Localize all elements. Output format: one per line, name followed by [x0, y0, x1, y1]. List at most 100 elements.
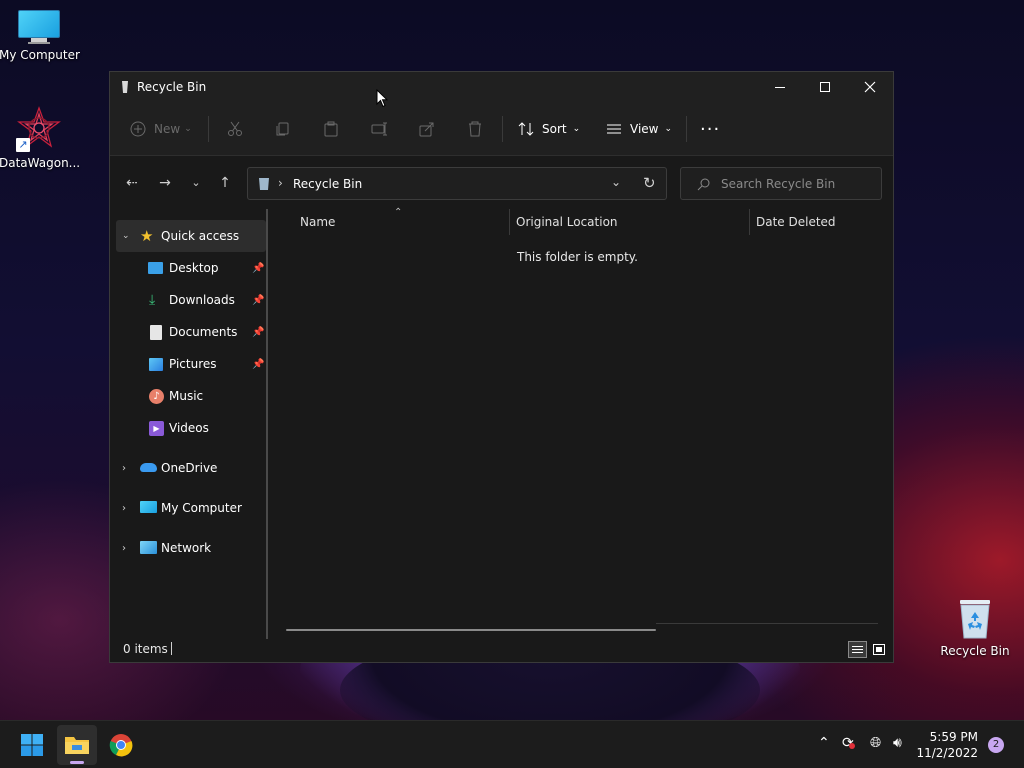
- share-button[interactable]: [419, 116, 435, 142]
- trash-icon: [469, 121, 481, 137]
- status-bar: 0 items: [110, 636, 893, 662]
- monitor-icon: [18, 10, 60, 44]
- sidebar-item-pictures[interactable]: Pictures 📌: [116, 348, 266, 380]
- copy-button[interactable]: [275, 116, 291, 142]
- details-view-button[interactable]: [848, 641, 867, 658]
- command-bar: New ⌄ Sort ⌄ View ⌄ ···: [110, 102, 893, 156]
- search-input[interactable]: Search Recycle Bin: [680, 167, 882, 200]
- forward-button[interactable]: →: [153, 174, 177, 192]
- pin-icon[interactable]: 📌: [252, 295, 264, 306]
- sidebar-item-videos[interactable]: ▶ Videos: [116, 412, 266, 444]
- address-path[interactable]: Recycle Bin: [293, 177, 362, 191]
- toolbar-separator: [502, 116, 503, 142]
- horizontal-scrollbar[interactable]: [286, 629, 656, 631]
- music-note-icon: ♪: [149, 389, 164, 404]
- address-bar[interactable]: › Recycle Bin ⌄ ↻: [247, 167, 667, 200]
- scroll-track: [656, 623, 878, 624]
- sidebar-item-label: My Computer: [161, 501, 242, 515]
- desktop-icon-my-computer[interactable]: My Computer: [0, 10, 80, 62]
- sidebar-item-network[interactable]: › Network: [116, 532, 266, 564]
- sidebar-item-onedrive[interactable]: › OneDrive: [116, 452, 266, 484]
- datawagon-logo-icon: ↗: [16, 106, 62, 152]
- column-header-original-location[interactable]: Original Location: [516, 215, 618, 229]
- chevron-right-icon: ›: [122, 502, 126, 514]
- clipboard-icon: [324, 121, 338, 137]
- taskbar-file-explorer[interactable]: [57, 725, 97, 765]
- sort-button[interactable]: Sort ⌄: [518, 116, 580, 142]
- minimize-button[interactable]: [757, 72, 803, 102]
- column-header-date-deleted[interactable]: Date Deleted: [756, 215, 836, 229]
- up-arrow-icon: ↑: [219, 175, 231, 191]
- sidebar-item-label: Downloads: [169, 293, 235, 307]
- explorer-window: Recycle Bin New ⌄ Sort ⌄ View ⌄ ··· ⇠ → …: [109, 71, 894, 663]
- sidebar-item-quick-access[interactable]: ⌄ ★ Quick access: [116, 220, 266, 252]
- network-icon: [140, 541, 157, 554]
- details-view-icon: [852, 649, 863, 650]
- copy-icon: [276, 122, 289, 136]
- chevron-down-icon: ⌄: [664, 124, 673, 134]
- new-button[interactable]: New ⌄: [130, 116, 192, 142]
- rename-icon: [371, 122, 387, 136]
- clock-time: 5:59 PM: [929, 730, 978, 744]
- up-button[interactable]: ↑: [213, 174, 237, 192]
- recent-locations-button[interactable]: ⌄: [184, 174, 208, 192]
- sidebar-item-downloads[interactable]: ⤓ Downloads 📌: [116, 284, 266, 316]
- pin-icon[interactable]: 📌: [252, 263, 264, 274]
- pictures-icon: [149, 358, 163, 371]
- maximize-button[interactable]: [802, 72, 848, 102]
- show-hidden-icons-chevron-icon[interactable]: ⌃: [818, 735, 830, 751]
- volume-icon[interactable]: 🔊︎: [893, 735, 902, 751]
- sidebar-item-my-computer[interactable]: › My Computer: [116, 492, 266, 524]
- view-label: View: [630, 122, 659, 136]
- start-button[interactable]: [12, 725, 52, 765]
- taskbar-chrome[interactable]: [101, 725, 141, 765]
- search-icon: [697, 178, 710, 191]
- star-icon: ★: [140, 227, 154, 245]
- breadcrumb-chevron-icon: ›: [278, 176, 283, 190]
- taskbar: ⌃ ⟳ 🌐︎ 🔊︎ 5:59 PM 11/2/2022 2: [0, 720, 1024, 768]
- sync-status-icon[interactable]: ⟳: [842, 735, 855, 751]
- clock[interactable]: 5:59 PM 11/2/2022: [916, 729, 978, 761]
- back-button[interactable]: ⇠: [120, 174, 144, 192]
- sidebar-item-documents[interactable]: Documents 📌: [116, 316, 266, 348]
- pin-icon[interactable]: 📌: [252, 359, 264, 370]
- plus-circle-icon: [130, 121, 146, 137]
- desktop-icon-recycle-bin[interactable]: Recycle Bin: [935, 598, 1015, 658]
- back-arrow-icon: ⇠: [126, 175, 138, 191]
- pin-icon[interactable]: 📌: [252, 327, 264, 338]
- folder-icon: [65, 737, 89, 754]
- recycle-bin-small-icon: [122, 81, 128, 93]
- chrome-icon: [109, 734, 133, 757]
- chevron-down-icon: ⌄: [184, 124, 192, 134]
- network-globe-icon[interactable]: 🌐︎: [870, 735, 881, 751]
- title-bar[interactable]: Recycle Bin: [110, 72, 893, 102]
- document-icon: [150, 325, 162, 340]
- chevron-down-icon: ⌄: [122, 231, 130, 241]
- sidebar-item-label: OneDrive: [161, 461, 218, 475]
- paste-button[interactable]: [323, 116, 339, 142]
- refresh-icon[interactable]: ↻: [643, 174, 656, 192]
- address-row: ⇠ → ⌄ ↑ › Recycle Bin ⌄ ↻ Search Recycle…: [110, 156, 893, 208]
- sidebar-item-desktop[interactable]: Desktop 📌: [116, 252, 266, 284]
- view-button[interactable]: View ⌄: [606, 116, 672, 142]
- rename-button[interactable]: [371, 116, 387, 142]
- more-options-button[interactable]: ···: [700, 116, 720, 142]
- notification-badge[interactable]: 2: [988, 737, 1004, 753]
- column-header-name[interactable]: Name: [300, 215, 335, 229]
- new-label: New: [154, 122, 181, 136]
- sidebar-item-music[interactable]: ♪ Music: [116, 380, 266, 412]
- sidebar-item-label: Music: [169, 389, 204, 403]
- desktop-icon-label: DataWagon...: [0, 156, 81, 170]
- close-button[interactable]: [847, 72, 893, 102]
- chevron-right-icon: ›: [122, 462, 126, 474]
- column-divider[interactable]: [749, 209, 750, 235]
- desktop-icon-datawagon[interactable]: ↗ DataWagon...: [0, 106, 81, 170]
- address-dropdown-icon[interactable]: ⌄: [611, 175, 621, 189]
- delete-button[interactable]: [467, 116, 483, 142]
- cloud-icon: [140, 463, 157, 472]
- navigation-pane-scrollbar[interactable]: [266, 209, 268, 639]
- large-icons-view-button[interactable]: [871, 641, 887, 657]
- cut-button[interactable]: [227, 116, 243, 142]
- column-divider[interactable]: [509, 209, 510, 235]
- monitor-icon: [140, 501, 157, 513]
